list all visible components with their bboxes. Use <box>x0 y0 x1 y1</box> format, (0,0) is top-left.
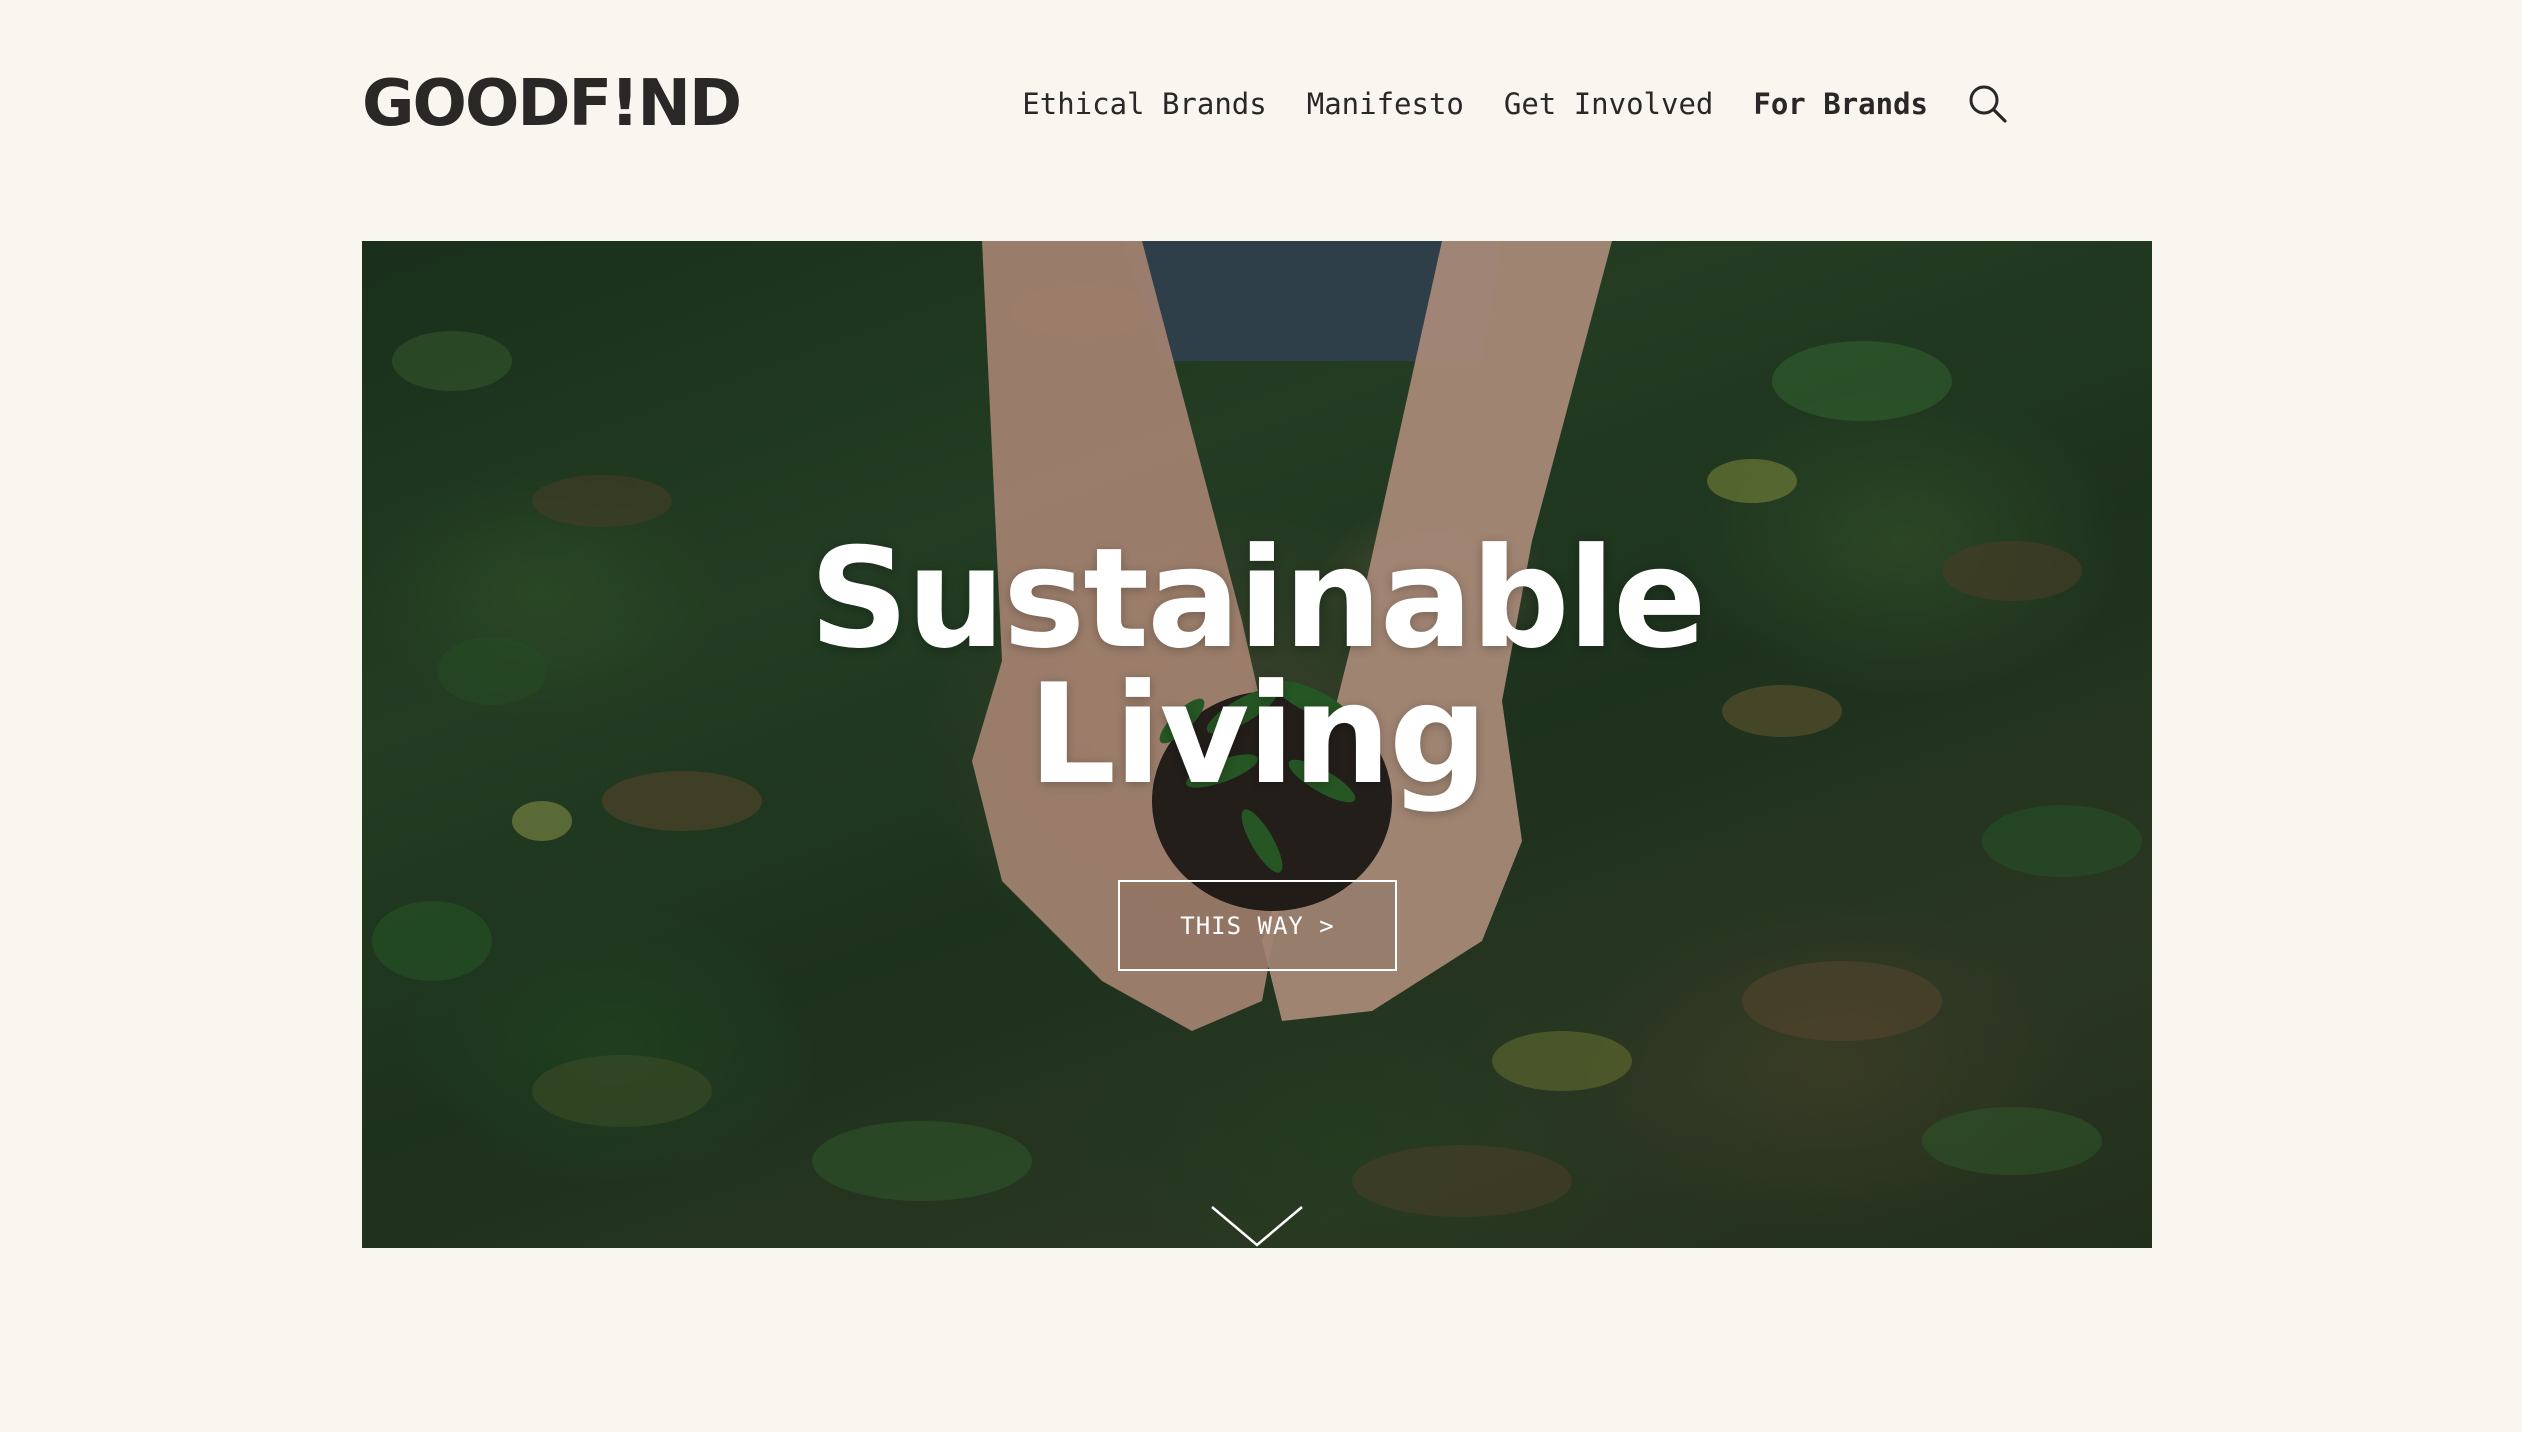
nav-item-for-brands[interactable]: For Brands <box>1753 87 1928 121</box>
nav-item-manifesto[interactable]: Manifesto <box>1307 87 1464 121</box>
this-way-button[interactable]: THIS WAY > <box>1118 880 1397 971</box>
nav-item-get-involved[interactable]: Get Involved <box>1504 87 1714 121</box>
search-button[interactable] <box>1964 80 2012 128</box>
chevron-down-icon[interactable] <box>1210 1205 1304 1248</box>
main-nav: Ethical Brands Manifesto Get Involved Fo… <box>1022 76 2012 132</box>
site-logo[interactable]: GOODF!ND <box>362 66 742 142</box>
nav-item-ethical-brands[interactable]: Ethical Brands <box>1022 87 1266 121</box>
hero-section: Sustainable Living THIS WAY > <box>362 241 2152 1248</box>
hero-title-line1: Sustainable <box>809 518 1706 679</box>
search-icon <box>1969 85 2007 123</box>
hero-title-line2: Living <box>1028 654 1488 815</box>
